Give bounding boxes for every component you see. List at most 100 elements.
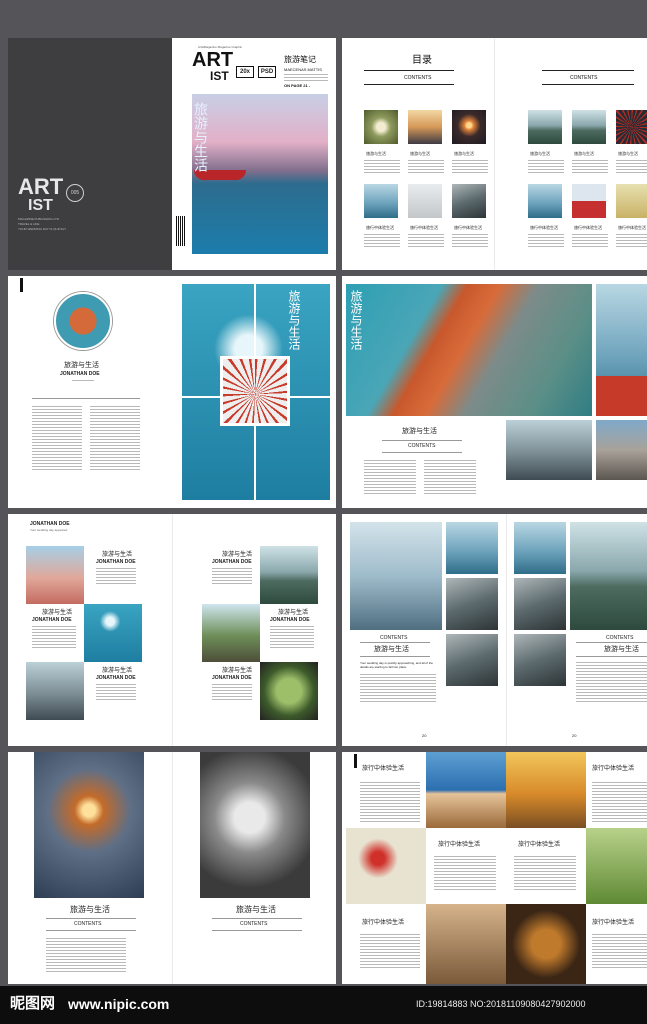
toc-photo-5 (572, 110, 606, 144)
cover-front-page: Art&Magazine Magazine Graphic ART IST 20… (172, 38, 336, 270)
cover-cn-title: 旅游笔记 (284, 55, 316, 64)
spread-row-4-right: 旅行中体验生活 旅行中体验生活 旅行中体验生活 旅行中体验生活 旅行中体验生活 … (342, 752, 647, 984)
watermark-id: ID:19814883 NO:20181109080427902000 (416, 999, 586, 1009)
toc-btext-6 (616, 234, 647, 248)
right-rule-2 (382, 452, 462, 453)
block-1-title: 旅游与生活 (102, 552, 133, 558)
block-2-title: 旅游与生活 (42, 610, 73, 616)
toc-text-6 (616, 160, 647, 174)
r3-left-rule-1 (360, 642, 430, 643)
right-col-2 (424, 460, 476, 496)
toc-spread: 目录 CONTENTS CONTENTS 旅游与生活 旅游与生活 旅游与生活 旅… (342, 38, 647, 270)
back-sub-3: YOUR WEDDING DAY IS QUICKLY (18, 227, 67, 231)
block-2-text (32, 626, 76, 648)
coast-small-6 (514, 634, 566, 686)
left-name: JONATHAN DOE (60, 371, 100, 377)
sparkler-girl-photo (34, 752, 144, 898)
toc-caption-5: 旅游与生活 (574, 151, 594, 156)
toc-caption-3: 旅游与生活 (454, 151, 474, 156)
spread-row-3-left: JONATHAN DOE Your wedding day appeared 旅… (8, 514, 336, 746)
coast-large-photo (350, 522, 442, 630)
toc-rule-top-right (542, 70, 634, 71)
toc-btext-4 (528, 234, 564, 248)
block-6-title: 旅游与生活 (222, 668, 253, 674)
r4r-title-2: 旅行中体验生活 (592, 766, 635, 772)
palm-street-photo (202, 604, 260, 662)
left-subline (72, 380, 94, 383)
toc-caption-4: 旅游与生活 (530, 151, 550, 156)
toc-btext-2 (408, 234, 444, 248)
r4r-title-3: 旅行中体验生活 (438, 842, 481, 848)
coast-small-2 (446, 578, 498, 630)
red-building (596, 376, 647, 416)
block-2-name: JONATHAN DOE (32, 617, 72, 623)
cover-logo-art: ART (192, 49, 234, 71)
right-col-1 (364, 460, 416, 496)
toc-bcaption-1: 旅行中体验生活 (366, 225, 394, 230)
autumn-tree-photo (506, 752, 586, 828)
block-6-text (212, 684, 252, 702)
watermark-url[interactable]: www.nipic.com (68, 997, 169, 1011)
coast-small-4 (514, 522, 566, 574)
spread-cover: ART IST 005 MAGAZINE PUBLISHING LTD TRAV… (8, 38, 647, 270)
toc-photo-11 (572, 184, 606, 218)
block-3-name: JONATHAN DOE (96, 675, 136, 681)
watermark-bar: 昵图网 www.nipic.com ID:19814883 NO:2018110… (0, 986, 647, 1024)
toc-photo-12 (616, 184, 647, 218)
toc-bcaption-3: 旅行中体验生活 (454, 225, 482, 230)
toc-bcaption-5: 旅行中体验生活 (574, 225, 602, 230)
cover-badge-20x: 20x (236, 66, 254, 78)
skyline-photo (26, 662, 84, 720)
toc-photo-2 (408, 110, 442, 144)
toc-caption-1: 旅游与生活 (366, 151, 386, 156)
back-sub-1: MAGAZINE PUBLISHING LTD (18, 217, 59, 221)
r4r-text-4 (514, 856, 576, 892)
toc-photo-3 (452, 110, 486, 144)
coast-small-3 (446, 634, 498, 686)
toc-photo-7 (364, 184, 398, 218)
r4-left-title: 旅游与生活 (70, 905, 110, 914)
r4r-title-4: 旅行中体验生活 (518, 842, 561, 848)
r4r-text-6 (592, 934, 647, 970)
r3-right-title: 旅游与生活 (604, 646, 639, 653)
spread-row-4-left: 旅游与生活 CONTENTS 旅游与生活 CONTENTS (8, 752, 336, 984)
r3-body-1-more (360, 674, 436, 702)
bird-photo (426, 904, 506, 984)
back-logo-ist: IST (28, 197, 53, 214)
swim-title: 旅游与生活 (287, 290, 301, 350)
right-title: 旅游与生活 (402, 428, 437, 435)
block-5-name: JONATHAN DOE (270, 617, 310, 623)
left-rule (32, 398, 140, 399)
block-3-text (96, 684, 136, 702)
golden-gate-photo (346, 284, 592, 416)
r3-body-2 (576, 662, 647, 702)
right-rule-1 (382, 440, 462, 441)
r4r-text-1 (360, 782, 420, 822)
r4r-text-3 (434, 856, 496, 892)
fold (172, 752, 173, 984)
r3-left-label: CONTENTS (380, 635, 408, 641)
left-col-1 (32, 406, 82, 470)
r4-right-rule-2 (212, 930, 302, 931)
fold (494, 38, 495, 270)
mountain-lake-photo (260, 546, 318, 604)
toc-caption-6: 旅游与生活 (618, 151, 638, 156)
r3-right-rule-1 (576, 642, 647, 643)
page-mark (354, 754, 357, 768)
page-mark (20, 278, 23, 292)
folio-left: 20 (422, 733, 427, 738)
coast-large-photo-2 (570, 522, 647, 630)
bridge-title: 旅游与生活 (349, 290, 363, 350)
toc-photo-10 (528, 184, 562, 218)
folio-right: 20 (572, 733, 577, 738)
r3-left-title: 旅游与生活 (374, 646, 409, 653)
meadow-photo (586, 828, 647, 904)
back-sub-2: TRAVEL & LIFE (18, 222, 40, 226)
r3-right-label: CONTENTS (606, 635, 634, 641)
r4-left-rule-2 (46, 930, 136, 931)
circle-bridge-photo (54, 292, 112, 350)
r3-body-1: Your wedding day is quickly approaching,… (360, 661, 433, 669)
r4r-text-2 (592, 782, 647, 822)
watermark-brand: 昵图网 (10, 995, 56, 1012)
right-label: CONTENTS (408, 443, 436, 449)
